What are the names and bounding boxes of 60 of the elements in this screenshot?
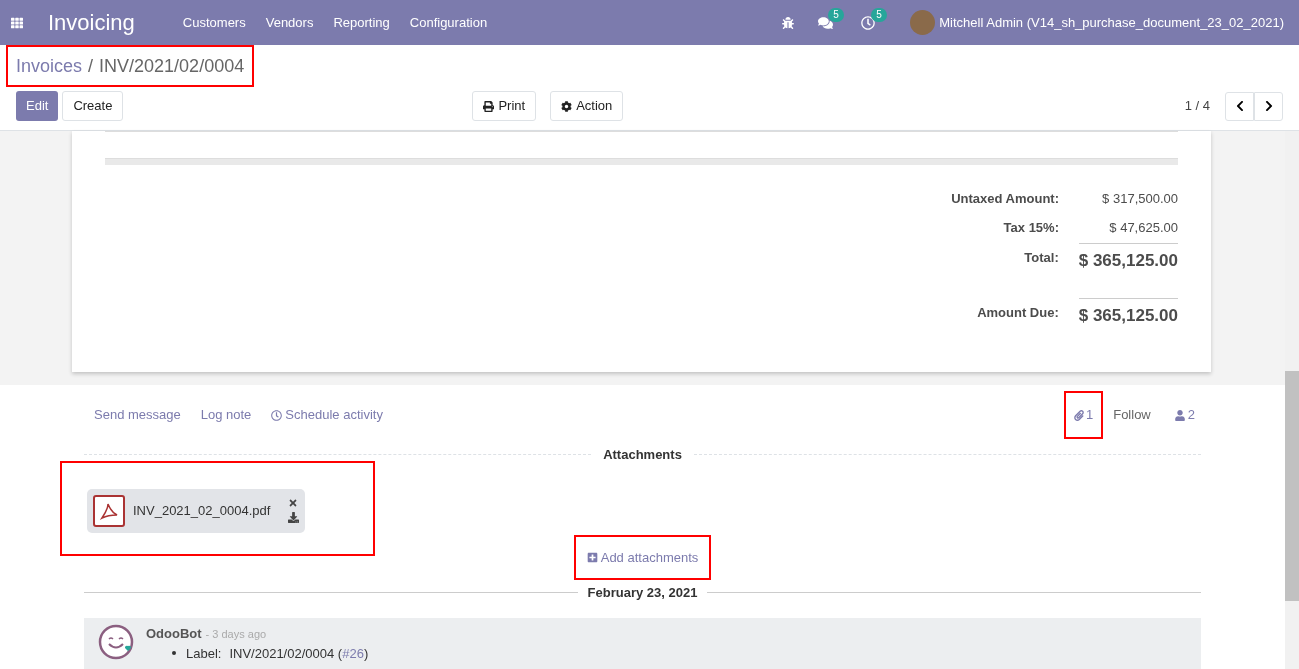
date-separator: February 23, 2021 xyxy=(586,583,699,602)
create-button[interactable]: Create xyxy=(62,91,124,121)
total-label: Amount Due: xyxy=(976,303,1059,322)
scrollbar[interactable] xyxy=(1285,131,1299,669)
message-count-badge: 5 xyxy=(828,7,844,22)
next-button[interactable] xyxy=(1254,91,1283,121)
schedule-activity-link[interactable]: Schedule activity xyxy=(271,405,383,425)
chevron-right-icon xyxy=(1263,100,1274,112)
breadcrumb-link[interactable]: Invoices xyxy=(16,52,83,80)
user-name[interactable]: Mitchell Admin (V14_sh_purchase_document_23_02_2021) xyxy=(939,12,1284,33)
plus-icon xyxy=(586,551,598,563)
menu-item[interactable]: Vendors xyxy=(265,12,314,33)
chatter-action-link[interactable]: Send message xyxy=(94,405,181,425)
add-attachments-link[interactable]: Add attachments xyxy=(575,536,710,578)
paperclip-icon xyxy=(1073,409,1084,421)
person-icon xyxy=(1174,409,1185,421)
attachment-count-link[interactable]: 1 xyxy=(1065,393,1102,437)
activity-count-badge: 5 xyxy=(871,7,887,22)
chevron-left-icon xyxy=(1234,100,1245,112)
followers-link[interactable]: 2 xyxy=(1174,405,1195,425)
chat-icon[interactable] xyxy=(818,15,834,30)
edit-button[interactable]: Edit xyxy=(16,91,59,121)
attachment-file-name: INV_2021_02_0004.pdf xyxy=(133,501,271,520)
message-time: - 3 days ago xyxy=(205,627,267,642)
total-value: $ 365,125.00 xyxy=(1078,297,1178,328)
settings-icon xyxy=(561,100,573,112)
total-label: Total: xyxy=(1023,249,1059,267)
message-author: OdooBot xyxy=(146,625,202,643)
chatter-action-link[interactable]: Log note xyxy=(200,405,252,425)
bug-icon[interactable] xyxy=(782,16,795,29)
pdf-file-icon xyxy=(93,494,125,527)
breadcrumb-current: INV/2021/02/0004 xyxy=(99,54,245,78)
menu-item[interactable]: Configuration xyxy=(409,12,488,33)
close-icon[interactable] xyxy=(288,498,299,508)
total-label: Tax 15%: xyxy=(1002,218,1059,237)
tracking-value: INV/2021/02/0004 (#26) xyxy=(229,644,369,663)
total-label: Untaxed Amount: xyxy=(950,190,1059,208)
printer-icon xyxy=(483,100,495,112)
follow-link[interactable]: Follow xyxy=(1113,405,1151,425)
breadcrumb-separator: / xyxy=(88,54,94,78)
clock-icon[interactable] xyxy=(861,15,876,30)
attachment-card[interactable]: INV_2021_02_0004.pdf xyxy=(87,488,306,533)
record-link[interactable]: #26 xyxy=(342,645,364,661)
download-icon[interactable] xyxy=(288,512,300,523)
attachments-title: Attachments xyxy=(602,446,683,464)
total-value: $ 47,625.00 xyxy=(1108,218,1178,237)
bot-avatar-icon xyxy=(98,624,134,660)
previous-button[interactable] xyxy=(1225,91,1254,121)
tracking-label: Label: xyxy=(186,644,222,663)
action-button[interactable]: Action xyxy=(550,91,624,121)
apps-menu-icon[interactable] xyxy=(11,16,23,29)
total-value: $ 365,125.00 xyxy=(1078,243,1178,274)
app-title: Invoicing xyxy=(48,9,135,37)
pager-text: 1 / 4 xyxy=(1184,97,1210,116)
menu-item[interactable]: Customers xyxy=(182,12,246,33)
bullet-icon xyxy=(172,651,176,656)
total-value: $ 317,500.00 xyxy=(1101,190,1178,208)
print-button[interactable]: Print xyxy=(472,91,537,121)
menu-item[interactable]: Reporting xyxy=(333,12,390,33)
clock-icon xyxy=(271,409,283,421)
